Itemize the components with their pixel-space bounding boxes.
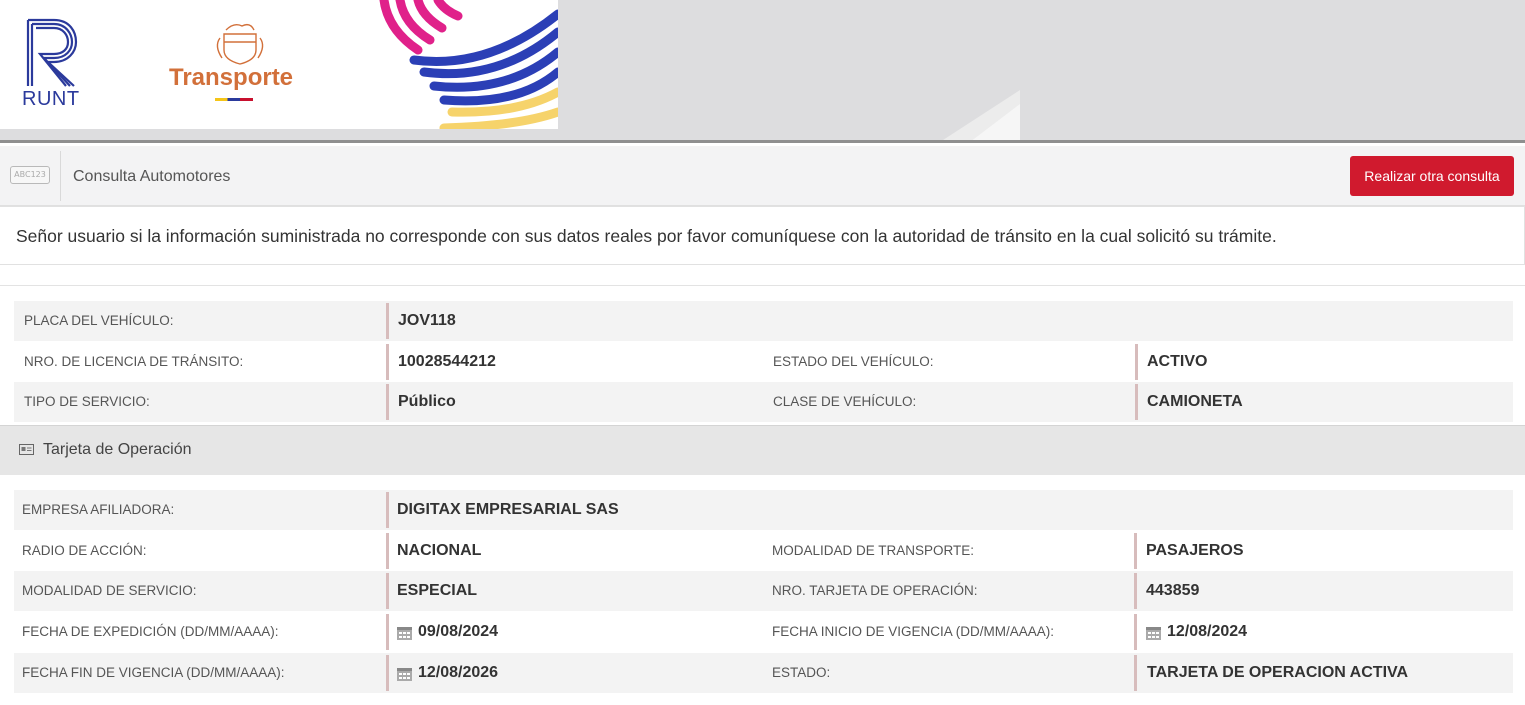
header-banner: RUNT Transporte	[0, 0, 1525, 143]
value-bar	[1134, 573, 1137, 609]
value-bar	[1135, 384, 1138, 420]
value-bar	[386, 384, 389, 420]
clase-label: CLASE DE VEHÍCULO:	[773, 394, 917, 409]
query-toolbar: ABC123 Consulta Automotores Realizar otr…	[0, 146, 1525, 206]
vehicle-row-servicio: TIPO DE SERVICIO: Público CLASE DE VEHÍC…	[14, 382, 1513, 422]
calendar-icon	[397, 626, 412, 640]
calendar-icon	[397, 667, 412, 681]
vehicle-row-licencia: NRO. DE LICENCIA DE TRÁNSITO: 1002854421…	[14, 342, 1513, 382]
radio-label: RADIO DE ACCIÓN:	[22, 543, 147, 558]
tarjeta-row-modalidad: MODALIDAD DE SERVICIO: ESPECIAL NRO. TAR…	[14, 571, 1513, 611]
value-bar	[386, 573, 389, 609]
value-bar	[1135, 344, 1138, 380]
value-bar	[1134, 533, 1137, 569]
licencia-label: NRO. DE LICENCIA DE TRÁNSITO:	[24, 354, 244, 369]
fecha-expedicion-label: FECHA DE EXPEDICIÓN (DD/MM/AAAA):	[22, 624, 279, 639]
value-bar	[386, 655, 389, 691]
logo-panel: RUNT Transporte	[0, 0, 558, 129]
empresa-value: DIGITAX EMPRESARIAL SAS	[397, 501, 619, 518]
estado-vehiculo-label: ESTADO DEL VEHÍCULO:	[773, 354, 934, 369]
transporte-logo-text: Transporte	[169, 64, 294, 91]
decorative-wave-graphic	[379, 0, 558, 129]
value-bar	[386, 344, 389, 380]
page-title: Consulta Automotores	[73, 168, 231, 185]
decorative-triangle-graphic	[943, 90, 1020, 140]
fecha-fin-label: FECHA FIN DE VIGENCIA (DD/MM/AAAA):	[22, 665, 285, 680]
value-bar	[386, 303, 389, 339]
licencia-value: 10028544212	[398, 353, 496, 370]
placa-value: JOV118	[398, 312, 456, 329]
fecha-fin-value: 12/08/2026	[418, 664, 499, 681]
modalidad-transporte-value: PASAJEROS	[1146, 542, 1244, 559]
new-query-button[interactable]: Realizar otra consulta	[1350, 156, 1514, 196]
notice-box: Señor usuario si la información suminist…	[0, 206, 1525, 265]
servicio-value: Público	[398, 393, 456, 410]
nro-tarjeta-value: 443859	[1146, 582, 1200, 599]
servicio-label: TIPO DE SERVICIO:	[24, 394, 150, 409]
tarjeta-row-radio: RADIO DE ACCIÓN: NACIONAL MODALIDAD DE T…	[14, 531, 1513, 571]
nro-tarjeta-label: NRO. TARJETA DE OPERACIÓN:	[772, 583, 978, 598]
fecha-expedicion-value: 09/08/2024	[418, 623, 499, 640]
empresa-label: EMPRESA AFILIADORA:	[22, 502, 175, 517]
toolbar-divider	[60, 151, 61, 201]
notice-text: Señor usuario si la información suminist…	[16, 226, 1277, 246]
radio-value: NACIONAL	[397, 542, 482, 559]
license-plate-icon: ABC123	[10, 166, 50, 184]
value-bar	[1134, 655, 1137, 691]
value-bar	[386, 492, 389, 528]
runt-logo-text: RUNT	[22, 88, 80, 110]
estado-vehiculo-value: ACTIVO	[1147, 353, 1208, 370]
fecha-inicio-label: FECHA INICIO DE VIGENCIA (DD/MM/AAAA):	[772, 624, 1055, 639]
id-card-icon	[19, 444, 34, 455]
fecha-expedicion-field: 09/08/2024	[397, 623, 498, 641]
modalidad-servicio-value: ESPECIAL	[397, 582, 478, 599]
vehicle-row-placa: PLACA DEL VEHÍCULO: JOV118	[14, 301, 1513, 341]
tarjeta-row-fin: FECHA FIN DE VIGENCIA (DD/MM/AAAA): 12/0…	[14, 653, 1513, 693]
colombia-flag-bar	[215, 98, 253, 101]
fecha-inicio-field: 12/08/2024	[1146, 623, 1247, 641]
calendar-icon	[1146, 626, 1161, 640]
modalidad-transporte-label: MODALIDAD DE TRANSPORTE:	[772, 543, 975, 558]
clase-value: CAMIONETA	[1147, 393, 1243, 410]
tarjeta-section-header[interactable]: Tarjeta de Operación	[0, 425, 1525, 475]
value-bar	[386, 533, 389, 569]
fecha-fin-field: 12/08/2026	[397, 664, 498, 682]
estado-tarjeta-label: ESTADO:	[772, 665, 831, 680]
tarjeta-row-fechas: FECHA DE EXPEDICIÓN (DD/MM/AAAA): 09/08/…	[14, 612, 1513, 652]
value-bar	[386, 614, 389, 650]
estado-tarjeta-value: TARJETA DE OPERACION ACTIVA	[1147, 664, 1409, 681]
modalidad-servicio-label: MODALIDAD DE SERVICIO:	[22, 583, 197, 598]
separator	[0, 285, 1525, 286]
value-bar	[1134, 614, 1137, 650]
tarjeta-row-empresa: EMPRESA AFILIADORA: DIGITAX EMPRESARIAL …	[14, 490, 1513, 530]
fecha-inicio-value: 12/08/2024	[1167, 623, 1248, 640]
placa-label: PLACA DEL VEHÍCULO:	[24, 313, 174, 328]
section-title: Tarjeta de Operación	[43, 441, 192, 458]
